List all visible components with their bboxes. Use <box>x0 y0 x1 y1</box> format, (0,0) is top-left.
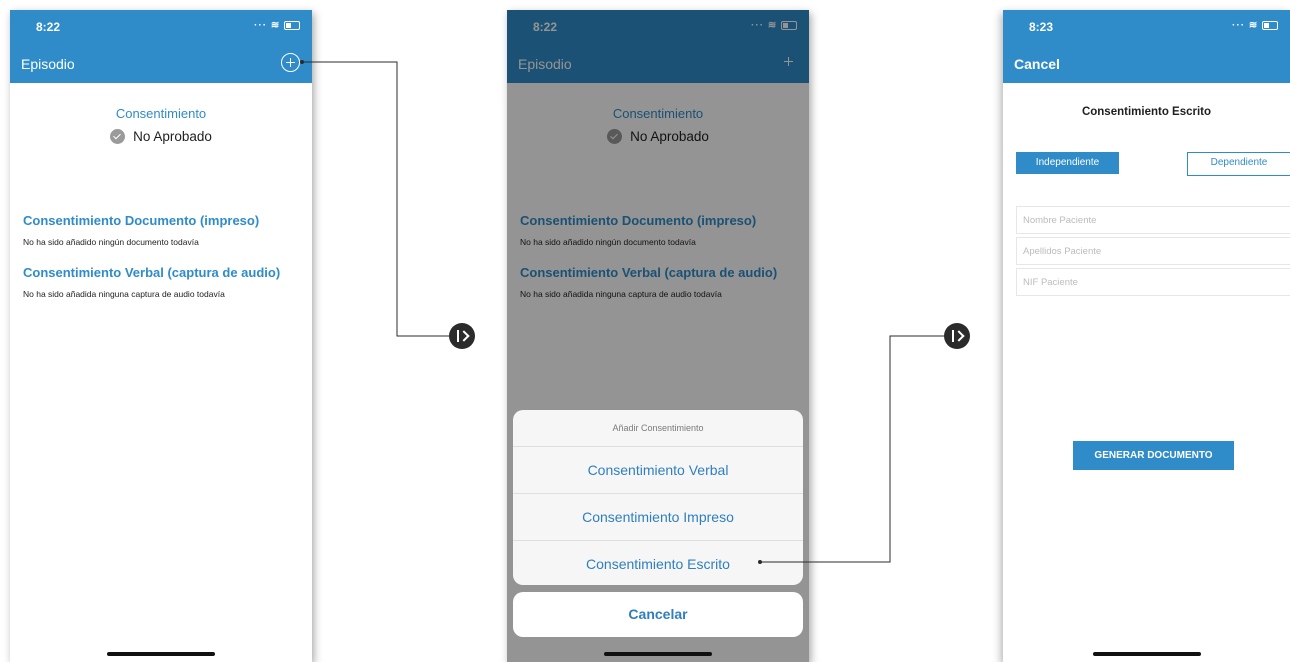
connector-2-dot <box>758 560 762 564</box>
flow-connectors <box>300 60 945 564</box>
connector-1 <box>302 61 450 337</box>
next-arrow-icon <box>449 323 475 349</box>
connector-1-dot <box>300 60 304 64</box>
next-arrow-icon <box>944 323 970 349</box>
connector-2 <box>760 335 945 563</box>
